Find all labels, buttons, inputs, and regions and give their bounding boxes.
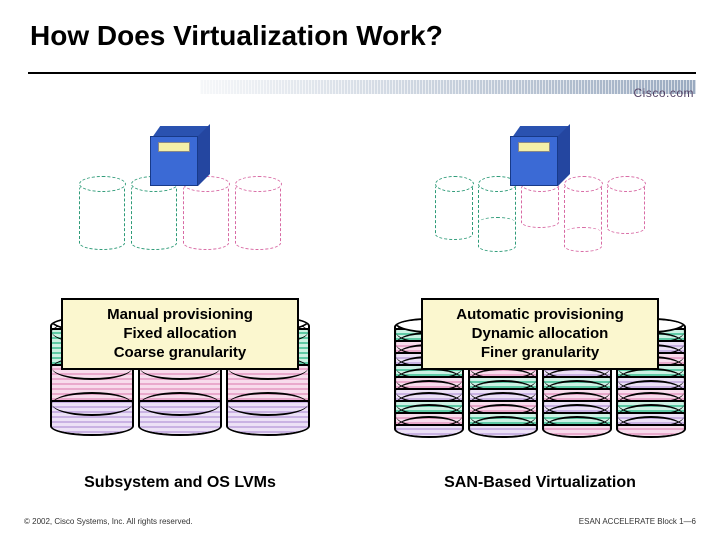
diagram-columns: Manual provisioning Fixed allocation Coa… (0, 120, 720, 470)
label-line: Automatic provisioning (431, 306, 649, 325)
server-icon (510, 126, 570, 196)
title-underline (28, 72, 696, 74)
label-line: Manual provisioning (71, 306, 289, 325)
virtual-volume (607, 182, 645, 234)
label-line: Fixed allocation (71, 325, 289, 344)
left-column: Manual provisioning Fixed allocation Coa… (0, 120, 360, 470)
footer-pager: ESAN ACCELERATE Block 1—6 (579, 517, 696, 526)
virtual-volume (235, 182, 281, 250)
label-line: Finer granularity (431, 344, 649, 363)
virtual-volume (79, 182, 125, 250)
left-caption: Subsystem and OS LVMs (0, 474, 360, 492)
slide-title: How Does Virtualization Work? (30, 20, 443, 52)
server-icon (150, 126, 210, 196)
footer-copyright: © 2002, Cisco Systems, Inc. All rights r… (24, 517, 193, 526)
label-line: Coarse granularity (71, 344, 289, 363)
right-caption: SAN-Based Virtualization (360, 474, 720, 492)
cisco-logo-text: Cisco.com (633, 86, 694, 100)
right-column: Automatic provisioning Dynamic allocatio… (360, 120, 720, 470)
right-label-box: Automatic provisioning Dynamic allocatio… (421, 298, 659, 370)
label-line: Dynamic allocation (431, 325, 649, 344)
virtual-volume (435, 182, 473, 240)
left-label-box: Manual provisioning Fixed allocation Coa… (61, 298, 299, 370)
brand-gradient-bar (200, 80, 696, 94)
